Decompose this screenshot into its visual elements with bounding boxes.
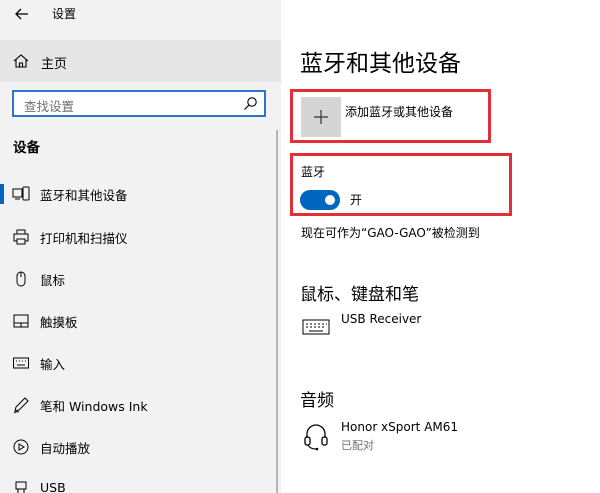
audio-heading: 音频 bbox=[300, 391, 334, 411]
home-nav-item[interactable]: 主页 bbox=[0, 40, 281, 82]
sidebar-item-touchpad[interactable]: 触摸板 bbox=[0, 301, 276, 341]
toggle-knob bbox=[325, 195, 335, 205]
sidebar-item-autoplay[interactable]: 自动播放 bbox=[0, 427, 276, 467]
sidebar-item-label: 笔和 Windows Ink bbox=[40, 399, 148, 414]
keyboard-icon bbox=[12, 354, 30, 372]
bluetooth-devices-icon bbox=[12, 185, 30, 203]
sidebar-item-printers[interactable]: 打印机和扫描仪 bbox=[0, 217, 276, 257]
sidebar-item-label: 打印机和扫描仪 bbox=[40, 231, 128, 246]
sidebar-scrollbar[interactable] bbox=[276, 130, 278, 493]
device-usb-receiver[interactable]: USB Receiver bbox=[300, 312, 590, 352]
sidebar-item-label: 输入 bbox=[40, 357, 66, 372]
search-input[interactable]: 查找设置 bbox=[12, 90, 266, 117]
back-arrow-icon[interactable] bbox=[12, 4, 32, 24]
headset-icon bbox=[300, 420, 332, 452]
add-device-button[interactable]: 添加蓝牙或其他设备 bbox=[301, 97, 501, 137]
bluetooth-label: 蓝牙 bbox=[301, 165, 326, 179]
search-icon[interactable] bbox=[243, 96, 258, 111]
mouse-keyboard-pen-heading: 鼠标、键盘和笔 bbox=[300, 285, 419, 305]
device-honor-xsport[interactable]: Honor xSport AM61 已配对 bbox=[300, 420, 590, 460]
selected-indicator bbox=[0, 184, 4, 204]
bluetooth-toggle[interactable] bbox=[300, 190, 340, 210]
sidebar-item-usb[interactable]: USB bbox=[0, 469, 276, 493]
plus-icon bbox=[314, 110, 328, 124]
home-icon bbox=[12, 52, 30, 70]
sidebar-item-label: 触摸板 bbox=[40, 315, 78, 330]
main-content: 蓝牙和其他设备 添加蓝牙或其他设备 蓝牙 开 现在可作为“GAO-GAO”被检测… bbox=[281, 0, 600, 493]
autoplay-icon bbox=[12, 438, 30, 456]
section-title: 设备 bbox=[13, 140, 40, 156]
sidebar-item-bluetooth[interactable]: 蓝牙和其他设备 bbox=[0, 174, 276, 214]
sidebar-item-typing[interactable]: 输入 bbox=[0, 343, 276, 383]
discoverable-text: 现在可作为“GAO-GAO”被检测到 bbox=[301, 226, 480, 240]
device-status: 已配对 bbox=[341, 439, 374, 452]
window-title: 设置 bbox=[52, 7, 77, 21]
printer-icon bbox=[12, 228, 30, 246]
search-placeholder: 查找设置 bbox=[24, 99, 75, 114]
pen-icon bbox=[12, 396, 30, 414]
usb-icon bbox=[12, 480, 30, 493]
bluetooth-state: 开 bbox=[350, 193, 363, 207]
home-label: 主页 bbox=[41, 57, 68, 72]
sidebar-item-label: 蓝牙和其他设备 bbox=[40, 188, 128, 203]
sidebar-item-pen[interactable]: 笔和 Windows Ink bbox=[0, 385, 276, 425]
sidebar-item-label: 自动播放 bbox=[40, 441, 91, 456]
keyboard-icon bbox=[300, 312, 332, 344]
mouse-icon bbox=[12, 270, 30, 288]
sidebar-item-mouse[interactable]: 鼠标 bbox=[0, 259, 276, 299]
device-name: USB Receiver bbox=[341, 312, 422, 326]
touchpad-icon bbox=[12, 312, 30, 330]
add-device-label: 添加蓝牙或其他设备 bbox=[345, 105, 454, 119]
page-title: 蓝牙和其他设备 bbox=[300, 51, 461, 77]
sidebar-item-label: USB bbox=[40, 480, 66, 493]
add-device-tile bbox=[301, 97, 341, 137]
sidebar-item-label: 鼠标 bbox=[40, 273, 66, 288]
sidebar: 设置 主页 查找设置 设备 蓝牙和其他设备 打印机和扫描仪 鼠标 触摸板 输入 … bbox=[0, 0, 281, 493]
device-name: Honor xSport AM61 bbox=[341, 420, 459, 434]
